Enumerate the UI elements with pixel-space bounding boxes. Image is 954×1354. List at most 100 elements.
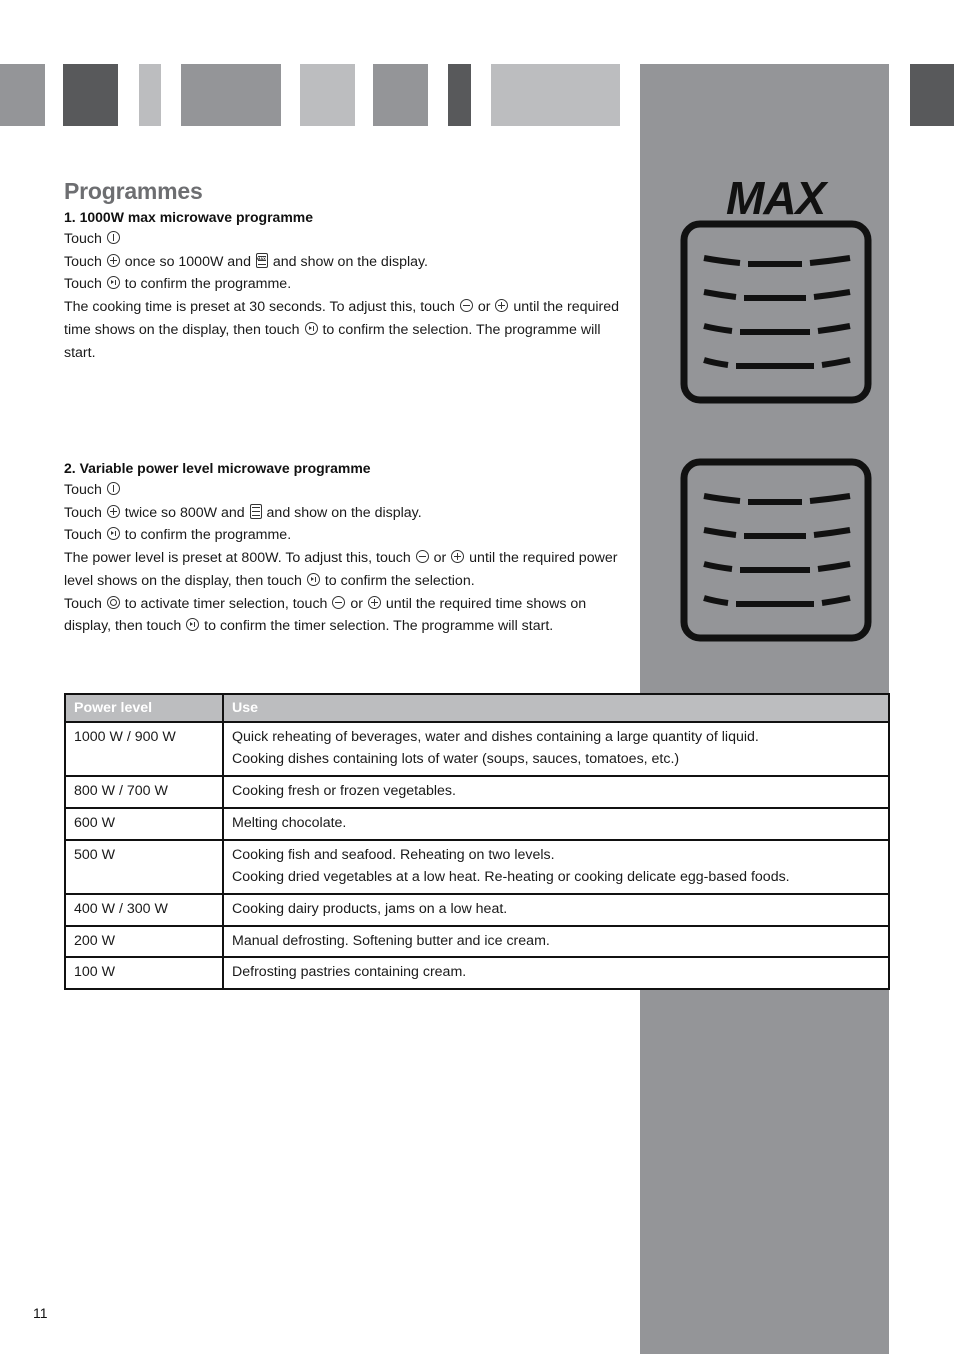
table-row: 800 W / 700 W Cooking fresh or frozen veg… — [64, 775, 890, 809]
para-text: The power level is preset at 800W. To ad… — [64, 550, 411, 567]
decor-bar — [139, 64, 161, 126]
table-row: 100 W Defrosting pastries containing crea… — [64, 956, 890, 991]
power-icon — [106, 231, 120, 244]
column-header-power-level: Power level — [64, 693, 224, 723]
section-variable-programme: 2. Variable power level microwave progra… — [64, 457, 624, 638]
power-icon — [106, 482, 120, 495]
use-text: Defrosting pastries containing cream. — [232, 964, 467, 981]
plus-icon — [106, 253, 120, 267]
step-line: Touch twice so 800W and and show on the … — [64, 502, 624, 525]
page-title: Programmes — [64, 178, 203, 204]
para-text: The cooking time is preset at 30 seconds… — [64, 299, 455, 316]
use-text: Cooking dairy products, jams on a low he… — [232, 900, 508, 917]
step-text: and show on the display. — [272, 253, 428, 270]
max-label: MAX — [726, 172, 826, 224]
use-text: Melting chocolate. — [232, 814, 347, 831]
minus-icon — [459, 299, 473, 313]
decor-bar — [373, 64, 428, 126]
start-pause-icon — [306, 572, 320, 586]
step-text: Touch — [64, 504, 102, 521]
table-row: 1000 W / 900 W Quick reheating of beverag… — [64, 720, 890, 778]
step-line: Touch — [64, 479, 624, 502]
step-text: to confirm the programme. — [124, 276, 292, 293]
use-text: Cooking fresh or frozen vegetables. — [232, 783, 456, 800]
table-row: 400 W / 300 W Cooking dairy products, jam… — [64, 892, 890, 927]
use-cell: Cooking fish and seafood. Reheating on t… — [222, 838, 890, 895]
step-text: twice so 800W and — [124, 504, 245, 521]
para-text: to confirm the selection. — [324, 572, 475, 589]
page-number: 11 — [33, 1305, 48, 1321]
decor-bar — [910, 64, 954, 126]
power-level-cell: 400 W / 300 W — [64, 892, 224, 927]
plus-icon — [367, 595, 381, 609]
use-cell: Defrosting pastries containing cream. — [222, 956, 890, 991]
plus-icon — [106, 504, 120, 518]
decor-bar — [0, 64, 45, 126]
column-header-use: Use — [222, 693, 890, 723]
microwave-display-icon — [680, 458, 872, 642]
use-text: Cooking dishes containing lots of water … — [232, 751, 680, 768]
decor-bar — [300, 64, 355, 126]
table-row: 200 W Manual defrosting. Softening butter… — [64, 924, 890, 959]
start-pause-icon — [186, 618, 200, 632]
table-row: 500 W Cooking fish and seafood. Reheating… — [64, 838, 890, 895]
use-text: Manual defrosting. Softening butter and … — [232, 932, 550, 949]
power-level-cell: 100 W — [64, 956, 224, 991]
step-text: Touch — [64, 482, 102, 498]
timer-icon — [106, 595, 120, 609]
para-text: or — [350, 595, 363, 612]
step-text: and show on the display. — [266, 504, 422, 521]
decor-bar — [448, 64, 471, 126]
use-cell: Melting chocolate. — [222, 806, 890, 841]
decor-bar — [63, 64, 118, 126]
use-cell: Cooking dairy products, jams on a low he… — [222, 892, 890, 927]
section-heading: 2. Variable power level microwave progra… — [64, 460, 371, 476]
para-text: Touch — [64, 595, 102, 612]
instruction-paragraph: Touch to activate timer selection, touch… — [64, 593, 624, 638]
use-text: Quick reheating of beverages, water and … — [232, 728, 759, 745]
step-text: Touch — [64, 276, 102, 293]
use-cell: Quick reheating of beverages, water and … — [222, 720, 890, 778]
para-text: or — [433, 550, 447, 567]
table-header-row: Power level Use — [64, 693, 890, 723]
power-level-cell: 200 W — [64, 924, 224, 959]
power-level-table: Power level Use 1000 W / 900 W Quick rehe… — [64, 693, 890, 991]
use-cell: Cooking fresh or frozen vegetables. — [222, 775, 890, 809]
step-text: to confirm the programme. — [124, 527, 292, 544]
decor-bar — [491, 64, 620, 126]
para-text: or — [477, 299, 491, 316]
plus-icon — [451, 550, 465, 564]
step-text: Touch — [64, 527, 102, 544]
step-line: Touch once so 1000W and and show on the … — [64, 248, 624, 274]
step-text: Touch — [64, 231, 102, 247]
start-pause-icon — [106, 527, 120, 541]
start-pause-icon — [106, 276, 120, 290]
minus-icon — [332, 595, 346, 609]
decor-bar — [181, 64, 281, 126]
step-text: once so 1000W and — [124, 253, 251, 270]
start-pause-icon — [304, 321, 318, 335]
max-display-icon — [255, 248, 268, 270]
para-text: to confirm the timer selection. The prog… — [204, 618, 554, 635]
section-heading: 1. 1000W max microwave programme — [64, 209, 314, 225]
power-level-cell: 500 W — [64, 838, 224, 895]
table-row: 600 W Melting chocolate. — [64, 806, 890, 841]
step-text: Touch — [64, 253, 102, 270]
step-line: Touch to confirm the programme. — [64, 524, 624, 547]
max-microwave-display-icon — [680, 220, 872, 404]
para-text: to activate timer selection, touch — [124, 595, 328, 612]
step-line: Touch — [64, 228, 624, 251]
section-max-programme: Programmes 1. 1000W max microwave progra… — [64, 176, 624, 364]
use-cell: Manual defrosting. Softening butter and … — [222, 924, 890, 959]
power-level-cell: 600 W — [64, 806, 224, 841]
step-line: Touch to confirm the programme. — [64, 273, 624, 296]
power-level-cell: 1000 W / 900 W — [64, 720, 224, 778]
use-text: Cooking dried vegetables at a low heat. … — [232, 869, 790, 886]
power-level-cell: 800 W / 700 W — [64, 775, 224, 809]
display-icon — [249, 503, 262, 519]
plus-icon — [495, 299, 509, 313]
use-text: Cooking fish and seafood. Reheating on t… — [232, 846, 555, 863]
instruction-paragraph: The cooking time is preset at 30 seconds… — [64, 296, 624, 364]
minus-icon — [415, 550, 429, 564]
instruction-paragraph: The power level is preset at 800W. To ad… — [64, 547, 624, 592]
